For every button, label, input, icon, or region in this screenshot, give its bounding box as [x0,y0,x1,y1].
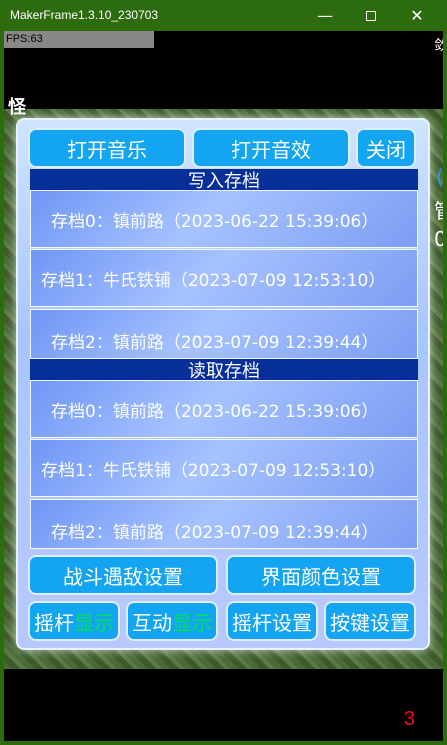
write-slot-0[interactable]: 存档0：镇前路（2023-06-22 15:39:06） [30,190,418,248]
dialog-close-button[interactable]: 关闭 [356,128,416,168]
joystick-toggle-label: 摇杆 [34,610,74,635]
read-slot-2[interactable]: 存档2：镇前路（2023-07-09 12:39:44） [30,499,418,549]
battle-encounter-settings-button[interactable]: 战斗遇敌设置 [28,555,218,595]
counter-number: 3 [403,708,415,730]
save-load-dialog: 打开音乐 打开音效 关闭 写入存档 存档0：镇前路（2023-06-22 15:… [16,118,430,650]
scene-label-right-1: ( [436,165,443,189]
read-slot-2-label: 存档2：镇前路（2023-07-09 12:39:44） [51,522,379,543]
read-slot-0-label: 存档0：镇前路（2023-06-22 15:39:06） [51,401,379,422]
write-slot-1-label: 存档1：牛氏铁铺（2023-07-09 12:53:10） [41,270,386,291]
write-slot-2[interactable]: 存档2：镇前路（2023-07-09 12:39:44） [30,309,418,359]
joystick-status: 显示 [74,610,114,635]
interact-toggle-label: 互动 [132,610,172,635]
write-save-header: 写入存档 [30,169,418,192]
maximize-button[interactable] [348,0,394,31]
write-slot-0-label: 存档0：镇前路（2023-06-22 15:39:06） [51,211,379,232]
scene-label-right-3: 0 [434,227,443,251]
sound-toggle-button[interactable]: 打开音效 [192,128,350,168]
interact-status: 显示 [172,610,212,635]
fps-counter: FPS:63 [4,31,154,48]
maximize-icon [366,10,376,21]
window-titlebar[interactable]: MakerFrame1.3.10_230703 — ✕ [0,0,447,31]
joystick-settings-button[interactable]: 摇杆设置 [226,601,318,641]
minimize-button[interactable]: — [302,0,348,31]
ui-color-settings-button[interactable]: 界面颜色设置 [226,555,416,595]
scene-label-left: 怪 [8,97,26,118]
read-slot-1-label: 存档1：牛氏铁铺（2023-07-09 12:53:10） [41,460,386,481]
read-slot-0[interactable]: 存档0：镇前路（2023-06-22 15:39:06） [30,380,418,438]
interact-display-toggle[interactable]: 互动 显示 [126,601,218,641]
scene-label-right-0: 敛 [434,38,443,54]
read-slot-1[interactable]: 存档1：牛氏铁铺（2023-07-09 12:53:10） [30,439,418,497]
key-settings-button[interactable]: 按键设置 [324,601,416,641]
window-title: MakerFrame1.3.10_230703 [10,8,159,22]
music-toggle-button[interactable]: 打开音乐 [28,128,186,168]
read-save-header: 读取存档 [30,359,418,382]
write-slot-1[interactable]: 存档1：牛氏铁铺（2023-07-09 12:53:10） [30,249,418,307]
close-window-button[interactable]: ✕ [394,0,440,31]
write-slot-2-label: 存档2：镇前路（2023-07-09 12:39:44） [51,332,379,353]
joystick-display-toggle[interactable]: 摇杆 显示 [28,601,120,641]
scene-label-right-2: 管 [434,195,443,224]
